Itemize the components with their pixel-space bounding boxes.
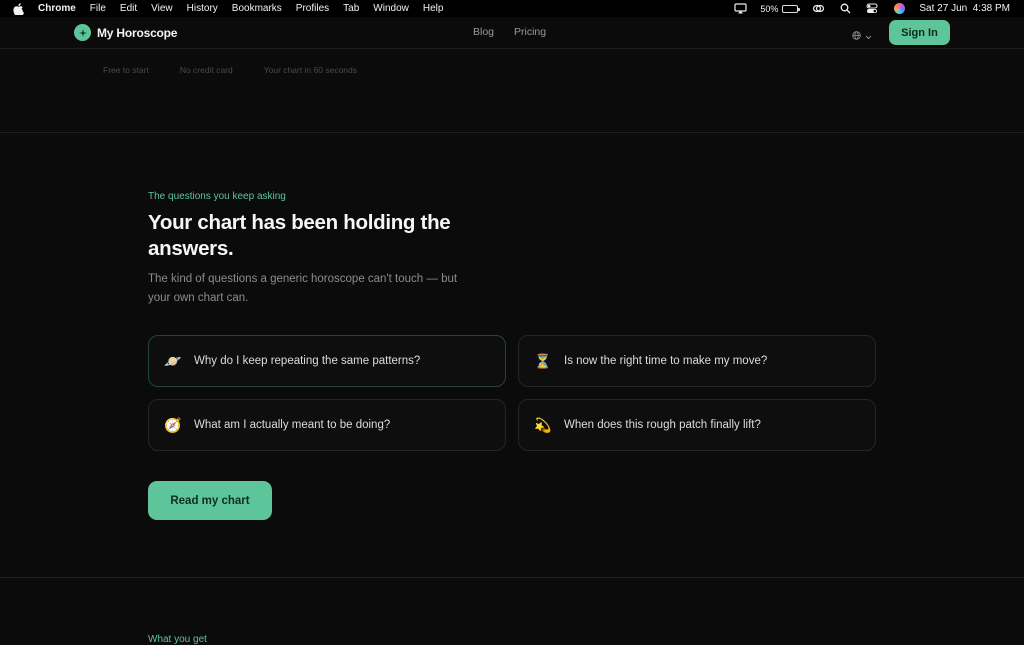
battery-percent: 50% <box>760 3 779 14</box>
menu-tab[interactable]: Tab <box>343 0 359 17</box>
battery-status[interactable]: 50% <box>760 3 801 14</box>
question-text: What am I actually meant to be doing? <box>194 419 391 431</box>
menu-file[interactable]: File <box>90 0 106 17</box>
menu-history[interactable]: History <box>187 0 218 17</box>
language-selector[interactable] <box>852 27 872 45</box>
siri-icon[interactable] <box>892 2 906 16</box>
trust-strip: Free to start No credit card Your chart … <box>103 65 388 75</box>
apple-menu-icon[interactable] <box>12 2 24 15</box>
nav-links: Blog Pricing <box>473 26 546 38</box>
section-divider <box>0 577 1024 578</box>
compass-icon: 🧭 <box>164 416 182 433</box>
screen-mirroring-icon[interactable] <box>733 2 747 16</box>
globe-icon <box>852 27 861 45</box>
question-card[interactable]: 🧭 What am I actually meant to be doing? <box>148 399 506 451</box>
menu-view[interactable]: View <box>151 0 173 17</box>
menu-window[interactable]: Window <box>373 0 409 17</box>
battery-icon <box>782 4 801 13</box>
trust-item: Free to start <box>103 65 149 75</box>
menu-profiles[interactable]: Profiles <box>296 0 329 17</box>
menu-edit[interactable]: Edit <box>120 0 137 17</box>
trust-item: No credit card <box>179 65 233 75</box>
question-text: Why do I keep repeating the same pattern… <box>194 355 421 367</box>
nav-link-pricing[interactable]: Pricing <box>514 26 546 38</box>
logo[interactable]: My Horoscope <box>74 24 177 41</box>
search-icon[interactable] <box>838 2 852 16</box>
question-card[interactable]: ⏳ Is now the right time to make my move? <box>518 335 876 387</box>
question-text: Is now the right time to make my move? <box>564 355 768 367</box>
logo-text: My Horoscope <box>97 25 178 40</box>
logo-sparkle-icon <box>74 24 91 41</box>
macos-menu-bar: Chrome File Edit View History Bookmarks … <box>0 0 1024 17</box>
read-my-chart-button[interactable]: Read my chart <box>148 481 272 520</box>
sign-in-button[interactable]: Sign In <box>889 20 950 45</box>
ringed-planet-icon: 🪐 <box>164 352 182 369</box>
hourglass-icon: ⏳ <box>534 352 552 369</box>
section-subtitle: The kind of questions a generic horoscop… <box>148 273 458 304</box>
question-card[interactable]: 🪐 Why do I keep repeating the same patte… <box>148 335 506 387</box>
menu-help[interactable]: Help <box>423 0 444 17</box>
control-center-icon[interactable] <box>865 2 879 16</box>
site-header: My Horoscope Blog Pricing Sign In <box>0 17 1024 49</box>
question-text: When does this rough patch finally lift? <box>564 419 761 431</box>
chevron-down-icon <box>865 27 872 45</box>
section-divider <box>0 132 1024 133</box>
section-heading: Your chart has been holding the answers. <box>148 211 451 260</box>
menu-bookmarks[interactable]: Bookmarks <box>232 0 282 17</box>
section-eyebrow: The questions you keep asking <box>148 191 286 202</box>
menubar-datetime[interactable]: Sat 27 Jun 4:38 PM <box>919 3 1010 14</box>
dizzy-star-icon: 💫 <box>534 416 552 433</box>
nav-link-blog[interactable]: Blog <box>473 26 494 38</box>
question-card[interactable]: 💫 When does this rough patch finally lif… <box>518 399 876 451</box>
trust-item: Your chart in 60 seconds <box>263 65 357 75</box>
link-chain-icon[interactable] <box>811 2 825 16</box>
menu-app-name[interactable]: Chrome <box>38 0 76 17</box>
